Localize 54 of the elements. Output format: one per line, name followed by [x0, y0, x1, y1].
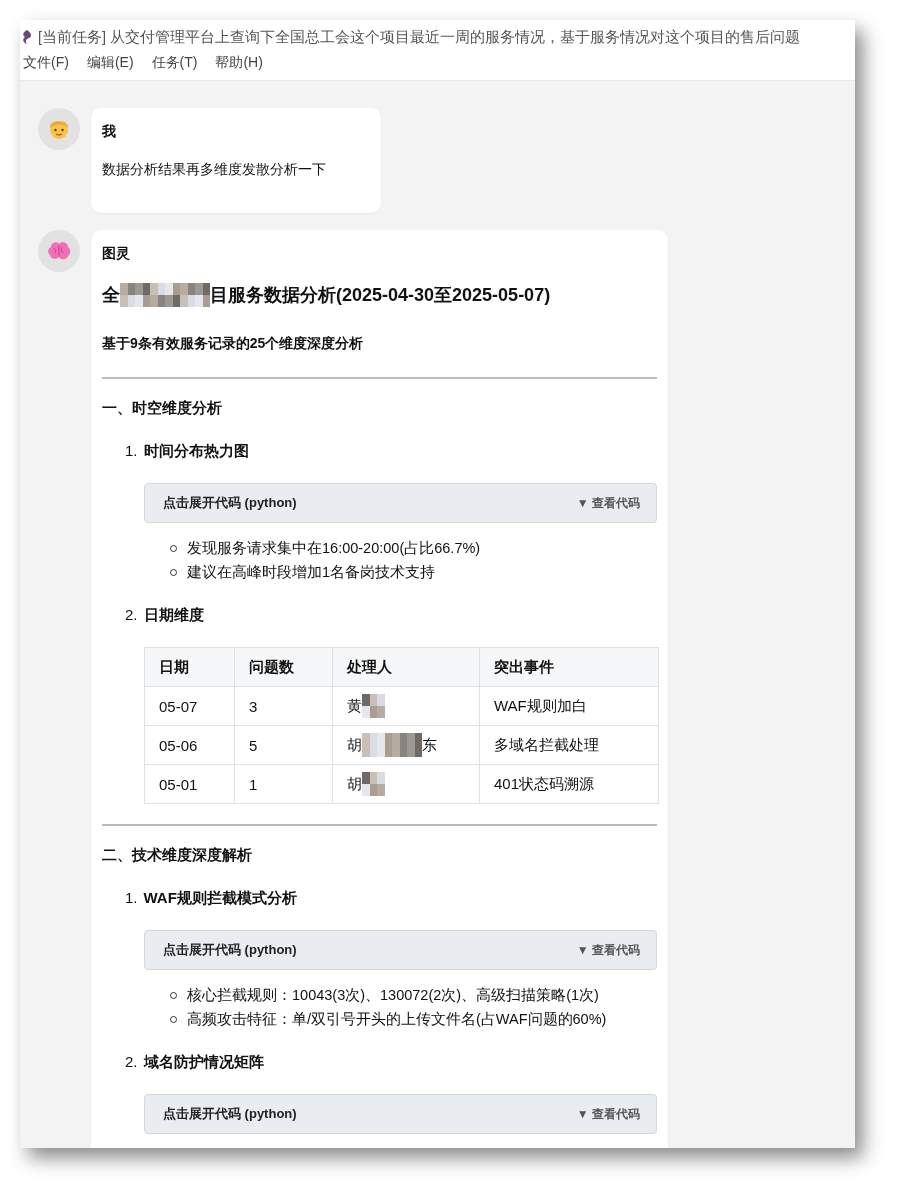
view-code-link[interactable]: ▼ 查看代码	[576, 494, 640, 512]
subsection-heading: WAF规则拦截模式分析	[143, 889, 297, 908]
column-header: 日期	[144, 647, 235, 687]
code-label: 点击展开代码 (python)	[163, 1105, 297, 1123]
table-cell: 05-01	[144, 764, 235, 804]
menu-item[interactable]: 文件(F)	[23, 54, 69, 76]
view-code-link[interactable]: ▼ 查看代码	[576, 1105, 640, 1123]
menu-item[interactable]: 帮助(H)	[215, 54, 263, 76]
sender-name: 图灵	[102, 245, 131, 263]
code-toggle-bar[interactable]: 点击展开代码 (python) ▼ 查看代码	[144, 483, 657, 523]
pixelated-redaction	[362, 694, 385, 718]
table-cell: WAF规则加白	[479, 686, 659, 726]
sender-name: 我	[102, 123, 117, 141]
pixelated-redaction	[362, 772, 385, 796]
table-cell: 401状态码溯源	[479, 764, 659, 804]
message-text: 数据分析结果再多维度发散分析一下	[102, 161, 327, 179]
bullet-text: 核心拦截规则：10043(3次)、130072(2次)、高级扫描策略(1次)	[187, 986, 599, 1005]
table-cell: 1	[234, 764, 333, 804]
subsection-heading: 域名防护情况矩阵	[143, 1053, 264, 1072]
subsection-heading: 日期维度	[143, 606, 204, 625]
table-cell: 多域名拦截处理	[479, 725, 659, 765]
brain-icon	[47, 241, 71, 261]
window-title: [当前任务] 从交付管理平台上查询下全国总工会这个项目最近一周的服务情况，基于服务情况对这个项目的售后问题	[38, 27, 801, 47]
list-number: 1.	[125, 889, 138, 908]
app-logo-icon	[20, 29, 34, 45]
list-number: 1.	[125, 442, 138, 461]
view-code-link[interactable]: ▼ 查看代码	[576, 941, 640, 959]
list-number: 2.	[125, 606, 138, 625]
section-heading: 二、技术维度深度解析	[102, 846, 253, 865]
table-cell: 胡 东	[332, 725, 480, 765]
table-cell: 黄	[332, 686, 480, 726]
code-label: 点击展开代码 (python)	[163, 494, 297, 512]
menu-item[interactable]: 任务(T)	[151, 54, 198, 76]
code-toggle-bar[interactable]: 点击展开代码 (python) ▼ 查看代码	[144, 1094, 657, 1134]
menu-item[interactable]: 编辑(E)	[86, 54, 134, 76]
list-number: 2.	[125, 1053, 138, 1072]
column-header: 突出事件	[479, 647, 659, 687]
report-subtitle: 基于9条有效服务记录的25个维度深度分析	[102, 335, 365, 353]
column-header: 处理人	[332, 647, 480, 687]
code-label: 点击展开代码 (python)	[163, 941, 297, 959]
pixelated-redaction	[362, 733, 422, 757]
subsection-heading: 时间分布热力图	[143, 442, 249, 461]
table-cell: 3	[234, 686, 333, 726]
code-toggle-bar[interactable]: 点击展开代码 (python) ▼ 查看代码	[144, 930, 657, 970]
table-cell: 05-06	[144, 725, 235, 765]
table-cell: 5	[234, 725, 333, 765]
bullet-text: 高频攻击特征：单/双引号开头的上传文件名(占WAF问题的60%)	[187, 1010, 607, 1029]
bullet-text: 建议在高峰时段增加1名备岗技术支持	[187, 563, 436, 582]
column-header: 问题数	[234, 647, 333, 687]
section-heading: 一、时空维度分析	[102, 399, 223, 418]
table-cell: 胡	[332, 764, 480, 804]
report-title: 全 目服务数据分析(2025-04-30至2025-05-07)	[102, 283, 552, 307]
table-cell: 05-07	[144, 686, 235, 726]
bullet-text: 发现服务请求集中在16:00-20:00(占比66.7%)	[187, 539, 481, 558]
